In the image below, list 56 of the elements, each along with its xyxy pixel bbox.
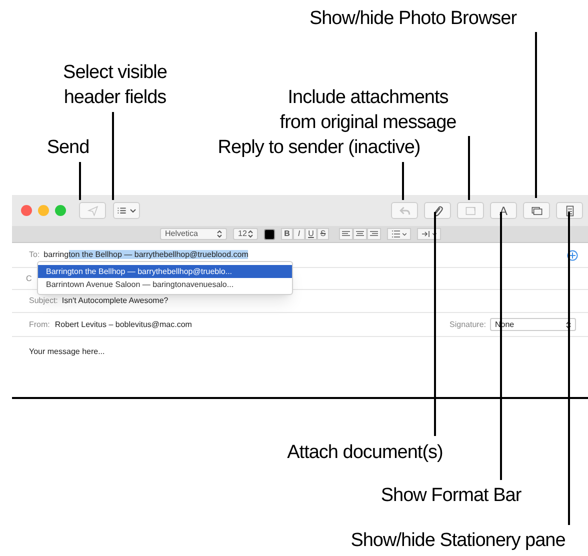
stepper-icon [566, 320, 571, 328]
indent-popup[interactable] [417, 228, 441, 240]
align-icon [370, 231, 378, 237]
suggestion-item[interactable]: Barrington the Bellhop — barrythebellhop@trueblo... [38, 265, 292, 278]
size-popup[interactable]: 12 [233, 228, 258, 240]
overlapping-windows-icon [530, 204, 542, 216]
message-body: Your message here... [29, 347, 105, 356]
stationery-button[interactable] [556, 202, 583, 219]
close-button[interactable] [21, 205, 32, 216]
leader-line [468, 136, 470, 200]
callout-label: Attach document(s) [287, 441, 443, 465]
page-icon [564, 204, 576, 216]
callout-label: Show/hide Stationery pane [350, 529, 566, 553]
from-value: Robert Levitus – boblevitus@mac.com [54, 318, 192, 330]
style-button[interactable]: U [305, 228, 317, 240]
style-button[interactable]: S [317, 228, 329, 240]
font-popup[interactable]: Helvetica [160, 228, 227, 240]
callout-label: Include attachments from original message [280, 86, 456, 135]
stepper-icon [217, 230, 222, 238]
callout-label: Send [46, 136, 90, 160]
cc-label: C [26, 272, 32, 284]
indent-icon [422, 230, 430, 238]
leader-line [79, 162, 81, 200]
stepper-icon [248, 230, 253, 238]
list-popup[interactable] [387, 228, 411, 240]
align-icon [356, 231, 364, 237]
reply-arrow-icon [398, 204, 410, 216]
align-icon [342, 231, 350, 237]
document-icon [464, 204, 476, 216]
subject-label: Subject: [29, 295, 58, 307]
photo-browser-button[interactable] [523, 202, 550, 219]
align-button[interactable] [339, 228, 353, 240]
from-label: From: [29, 318, 50, 330]
callout-label: Show Format Bar [380, 484, 522, 508]
callout-label: Show/hide Photo Browser [309, 7, 517, 31]
list-icon [392, 230, 400, 238]
style-button[interactable]: B [281, 228, 293, 240]
chevron-icon [402, 232, 406, 236]
color-swatch[interactable] [264, 228, 275, 240]
align-button[interactable] [367, 228, 381, 240]
callout-label: Select visible header fields [63, 61, 167, 110]
callout-label: Reply to sender (inactive) [218, 136, 420, 160]
subject-value: Isn't Autocomplete Awesome? [62, 295, 168, 307]
to-label: To: [29, 249, 40, 261]
list-icon [117, 204, 129, 216]
style-button[interactable]: I [293, 228, 305, 240]
align-button[interactable] [353, 228, 367, 240]
paper-plane-icon [86, 204, 98, 216]
signature-label: Signature: [450, 318, 486, 330]
attach-button[interactable] [424, 202, 451, 219]
header-fields-button[interactable] [113, 202, 140, 219]
chevron-icon [130, 208, 136, 212]
add-contact-icon[interactable] [567, 250, 578, 260]
suggestion-item[interactable]: Barrintown Avenue Saloon — baringtonavenuesalo... [38, 278, 292, 291]
to-field-value: barrington the Bellhop — barrythebellhop@trueblood.com [44, 249, 248, 261]
leader-line [402, 162, 404, 200]
